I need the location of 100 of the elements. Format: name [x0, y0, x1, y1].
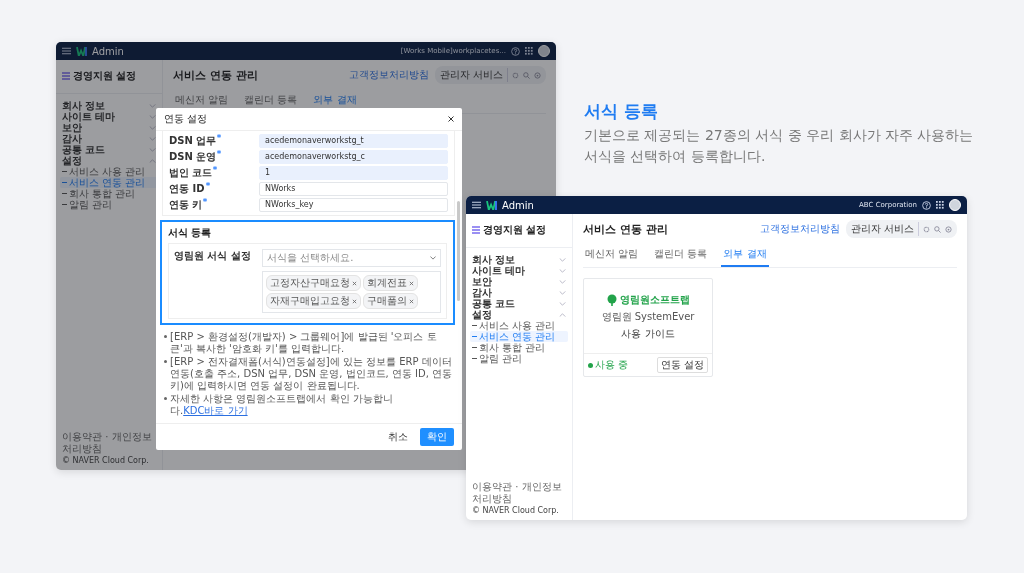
- guide-link[interactable]: 사용 가이드: [621, 327, 675, 341]
- sidebar-title: 경영지원 설정: [483, 223, 547, 237]
- sidebar-item[interactable]: 사이트 테마: [60, 111, 158, 122]
- template-tag[interactable]: 구매품의: [363, 293, 418, 309]
- sidebar-subitem[interactable]: 서비스 연동 관리: [470, 331, 568, 342]
- template-select[interactable]: 서식을 선택하세요.: [262, 249, 441, 267]
- feature-title: 서식 등록: [584, 100, 659, 123]
- menu-icon[interactable]: [62, 47, 71, 55]
- status-label: 사용 중: [595, 358, 629, 372]
- sidebar-subitem[interactable]: 회사 통합 관리: [60, 188, 158, 199]
- help-icon[interactable]: [922, 200, 931, 210]
- brand-name: 영림원소프트랩: [620, 293, 690, 307]
- dash-icon: [62, 182, 67, 183]
- dash-icon: [472, 325, 477, 326]
- page-title: 서비스 연동 관리: [583, 221, 668, 237]
- bullet-icon: [164, 360, 167, 363]
- field-label: 연동 ID: [169, 182, 205, 196]
- dash-icon: [472, 347, 477, 348]
- sidebar-subitem[interactable]: 서비스 사용 관리: [470, 320, 568, 331]
- template-tag[interactable]: 자재구매입고요청: [266, 293, 361, 309]
- apps-grid-icon[interactable]: [936, 201, 944, 209]
- field-label: 법인 코드: [169, 166, 213, 180]
- tab[interactable]: 외부 결재: [721, 244, 769, 267]
- page-title: 서비스 연동 관리: [173, 67, 258, 83]
- copyright: © NAVER Cloud Corp.: [62, 456, 150, 465]
- dash-icon: [62, 171, 67, 172]
- caret-icon: [430, 256, 436, 260]
- tab[interactable]: 메신저 알림: [583, 244, 641, 267]
- sidebar-item[interactable]: 회사 정보: [470, 254, 568, 265]
- sidebar-subitem[interactable]: 서비스 사용 관리: [60, 166, 158, 177]
- help-icon[interactable]: [511, 46, 520, 56]
- sidebar-item[interactable]: 회사 정보: [60, 100, 158, 111]
- avatar[interactable]: [949, 199, 961, 211]
- remove-icon[interactable]: [352, 298, 357, 304]
- chevron-up-icon: [149, 158, 156, 163]
- sidebar-item[interactable]: 공통 코드: [470, 298, 568, 309]
- search-icon[interactable]: [523, 71, 530, 79]
- feature-description: 기본으로 제공되는 27종의 서식 중 우리 회사가 자주 사용하는 서식을 선택하여 등록합니다.: [584, 126, 974, 166]
- gear-icon[interactable]: [512, 71, 519, 79]
- sidebar-subitem[interactable]: 회사 통합 관리: [470, 342, 568, 353]
- app-name: Admin: [92, 45, 124, 57]
- chevron-up-icon: [559, 312, 566, 317]
- admin-service-button[interactable]: 관리자 서비스: [439, 68, 508, 82]
- remove-icon[interactable]: [409, 298, 414, 304]
- footer-links: 이용약관 · 개인정보처리방침: [472, 481, 563, 505]
- dash-icon: [472, 336, 477, 337]
- text-field[interactable]: NWorks_key: [259, 198, 448, 212]
- dash-icon: [62, 204, 67, 205]
- list-icon: [62, 72, 70, 80]
- note-text: 자세한 사항은 영림원소프트랩에서 확인 가능합니다.KDC바로 가기: [170, 393, 394, 417]
- note-text: [ERP > 환경설정(개발자) > 그룹웨어]에 발급된 '오피스 토큰'과 복사한 '암호화 키'를 입력합니다.: [170, 331, 438, 355]
- sidebar-item[interactable]: 설정: [60, 155, 158, 166]
- remove-icon[interactable]: [409, 280, 414, 286]
- tag-field[interactable]: 고정자산구매요청 회계전표 자재구매입고요청 구매품의: [262, 271, 441, 313]
- apps-grid-icon[interactable]: [525, 47, 533, 55]
- field-label: 연동 키: [169, 198, 203, 212]
- sidebar-item[interactable]: 감사: [60, 133, 158, 144]
- dialog-title: 연동 설정: [164, 112, 208, 126]
- avatar[interactable]: [538, 45, 550, 57]
- dash-icon: [62, 193, 67, 194]
- list-icon: [472, 226, 480, 234]
- text-field[interactable]: 1: [259, 166, 448, 180]
- sidebar-item[interactable]: 사이트 테마: [470, 265, 568, 276]
- app-name: Admin: [502, 199, 534, 211]
- note-text: [ERP > 전자결재폼(서식)연동설정]에 있는 정보를 ERP 데이터 연동(호출 주소, DSN 업무, DSN 운영, 법인코드, 연동 ID, 연동 키)에 입력하시면 연동 설정이 완료됩니다.: [170, 356, 453, 392]
- gear-icon[interactable]: [923, 225, 930, 233]
- sidebar-item[interactable]: 감사: [470, 287, 568, 298]
- text-field[interactable]: acedemonaverworkstg_t: [259, 134, 448, 148]
- connection-settings-button[interactable]: 연동 설정: [656, 357, 708, 373]
- sidebar-item[interactable]: 설정: [470, 309, 568, 320]
- section-title: 서식 등록: [168, 226, 213, 240]
- product-name: 영림원 SystemEver: [601, 310, 695, 324]
- sidebar-item[interactable]: 보안: [470, 276, 568, 287]
- tab[interactable]: 캘린더 등록: [652, 244, 710, 267]
- sidebar-subitem[interactable]: 알림 관리: [60, 199, 158, 210]
- close-icon[interactable]: [448, 116, 454, 122]
- sidebar-subitem[interactable]: 알림 관리: [470, 353, 568, 364]
- search-icon[interactable]: [934, 225, 941, 233]
- text-field[interactable]: NWorks: [259, 182, 448, 196]
- sidebar-item[interactable]: 보안: [60, 122, 158, 133]
- dash-icon: [472, 358, 477, 359]
- text-field[interactable]: acedemonaverworkstg_c: [259, 150, 448, 164]
- admin-service-button[interactable]: 관리자 서비스: [850, 222, 919, 236]
- logo-icon: [486, 200, 497, 210]
- field-label: DSN 운영: [169, 150, 217, 164]
- field-label: DSN 업무: [169, 134, 217, 148]
- footer-links: 이용약관 · 개인정보처리방침: [62, 431, 153, 455]
- bullet-icon: [164, 397, 167, 400]
- scrollbar[interactable]: [457, 201, 460, 301]
- remove-icon[interactable]: [352, 280, 357, 286]
- copyright: © NAVER Cloud Corp.: [472, 506, 560, 515]
- logo-icon: [76, 46, 87, 56]
- guide-link[interactable]: KDC바로 가기: [183, 405, 248, 416]
- menu-icon[interactable]: [472, 201, 481, 209]
- template-tag[interactable]: 고정자산구매요청: [266, 275, 361, 291]
- field-label: 영림원 서식 설정: [174, 249, 252, 263]
- sidebar-item[interactable]: 공통 코드: [60, 144, 158, 155]
- privacy-link[interactable]: 고객정보처리방침: [759, 222, 840, 236]
- template-tag[interactable]: 회계전표: [363, 275, 418, 291]
- cancel-button[interactable]: 취소: [382, 429, 414, 445]
